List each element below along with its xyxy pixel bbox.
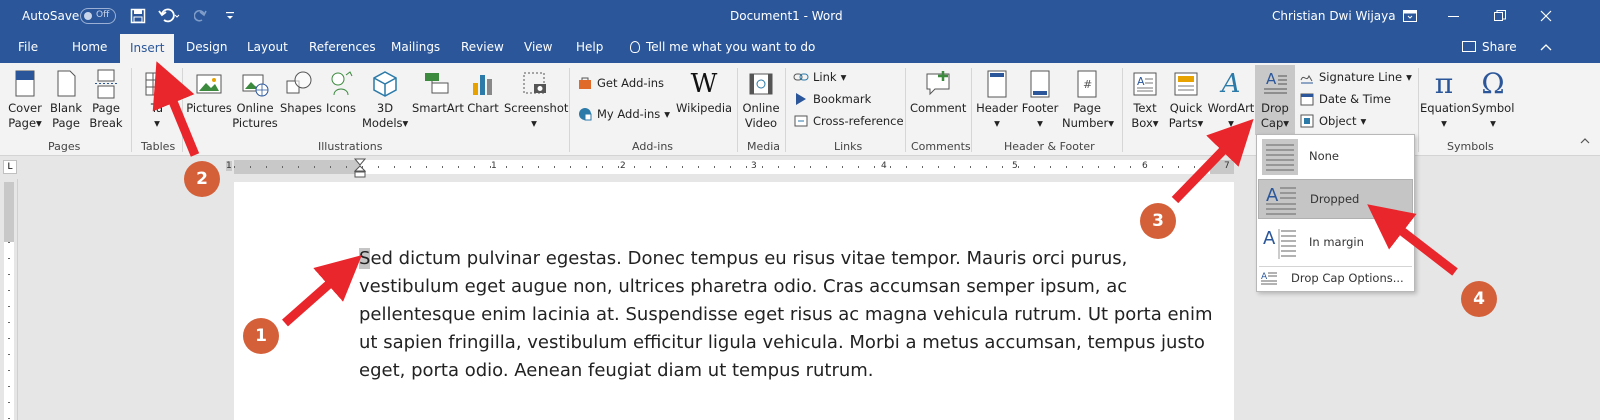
callout-badge-1: 1 (243, 318, 279, 354)
arrow-3 (1171, 118, 1254, 204)
callout-badge-4: 4 (1461, 281, 1497, 317)
annotation-arrows (152, 61, 1458, 327)
callout-badge-2: 2 (184, 161, 220, 197)
arrow-4 (1367, 204, 1458, 276)
callout-badge-3: 3 (1140, 203, 1176, 239)
arrow-2 (152, 61, 200, 157)
arrow-1 (282, 255, 362, 327)
